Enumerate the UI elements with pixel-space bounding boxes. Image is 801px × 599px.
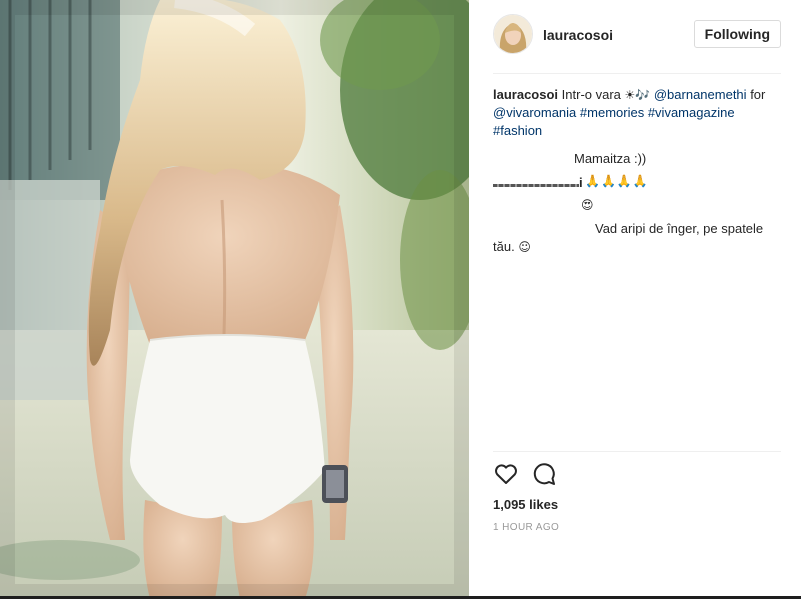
comment: Mamaitza :)) — [493, 150, 781, 168]
comment-bubble-icon[interactable] — [531, 461, 557, 487]
comment-text: Mamaitza :)) — [574, 151, 647, 166]
post-header: lauracosoi Following — [493, 14, 781, 56]
heart-icon[interactable] — [493, 461, 519, 487]
post-author-username[interactable]: lauracosoi — [543, 27, 613, 43]
post-details-panel: lauracosoi Following lauracosoi Intr-o v… — [469, 0, 801, 596]
comment: Vad aripi de înger, pe spatele tău. ☺ — [493, 220, 781, 256]
actions-divider — [493, 451, 781, 452]
header-divider — [493, 73, 781, 74]
comment: i 🙏🙏🙏🙏 — [493, 174, 781, 192]
photo-illustration — [0, 0, 469, 599]
comments-list: lauracosoi Intr-o vara ☀🎶 @barnanemethi … — [493, 86, 781, 256]
following-button[interactable]: Following — [693, 20, 781, 48]
comment-text: i — [579, 175, 583, 190]
caption-for-word: for — [750, 87, 766, 102]
comment-text: Vad aripi de înger, pe spatele tău. — [493, 221, 764, 254]
hashtag-vivamagazine[interactable]: #vivamagazine — [648, 105, 735, 120]
avatar-image — [494, 15, 532, 53]
post-caption: lauracosoi Intr-o vara ☀🎶 @barnanemethi … — [493, 86, 781, 140]
post-photo[interactable] — [0, 0, 469, 599]
avatar[interactable] — [493, 14, 533, 54]
comment-emojis: ☺ — [518, 240, 531, 254]
hashtag-fashion[interactable]: #fashion — [493, 123, 542, 138]
caption-text: Intr-o vara — [561, 87, 621, 102]
mention-barnanemethi[interactable]: @barnanemethi — [654, 87, 747, 102]
caption-username[interactable]: lauracosoi — [493, 87, 558, 102]
likes-count[interactable]: 1,095 likes — [493, 497, 558, 512]
mention-vivaromania[interactable]: @vivaromania — [493, 105, 576, 120]
comment: 😍 — [493, 196, 781, 214]
comment-emojis: 😍 — [581, 198, 594, 212]
hashtag-memories[interactable]: #memories — [580, 105, 644, 120]
redacted-username — [493, 178, 579, 190]
post-timestamp[interactable]: 1 HOUR AGO — [493, 522, 559, 533]
caption-emojis: ☀🎶 — [624, 88, 651, 102]
comment-emojis: 🙏🙏🙏🙏 — [585, 174, 649, 188]
